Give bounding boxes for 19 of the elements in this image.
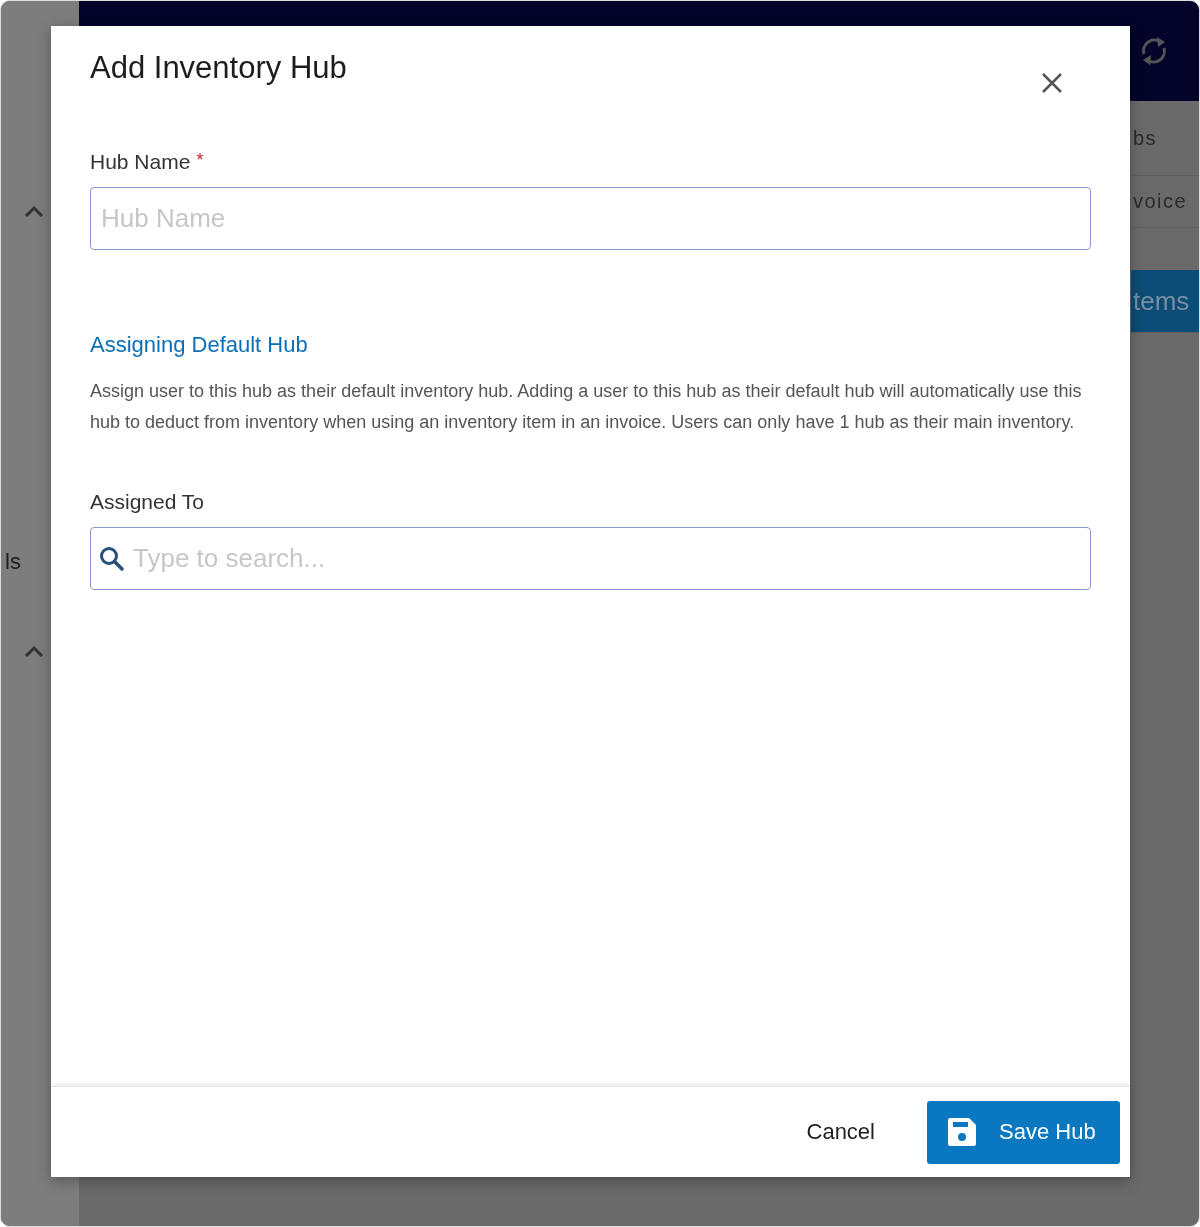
refresh-icon[interactable]	[1139, 34, 1169, 68]
active-tab[interactable]: tems	[1131, 270, 1199, 333]
search-icon	[99, 546, 125, 572]
search-field[interactable]: Type to search...	[90, 527, 1091, 590]
close-icon[interactable]	[1041, 72, 1063, 94]
field-label: Assigned To	[90, 490, 205, 514]
sidebar-label[interactable]: ls	[5, 549, 21, 575]
section-link[interactable]: Assigning Default Hub	[90, 332, 308, 358]
input-field[interactable]: Hub Name	[90, 187, 1091, 250]
field-label: Hub Name	[90, 150, 191, 174]
chevron-up-icon[interactable]	[24, 205, 44, 217]
description-text: Assign user to this hub as their default inventory hub. Adding a user to this hub as their default hub will automatically use this hub to deduct from inventory when using an inventory item in an invoice. Users can only have 1 hub as their main inventory.	[90, 380, 1083, 434]
chevron-up-icon[interactable]	[24, 645, 44, 657]
dialog-title: Add Inventory Hub	[90, 50, 347, 86]
cancel-button[interactable]: Cancel	[804, 1111, 877, 1153]
required-mark: *	[196, 150, 204, 171]
menu-item[interactable]: bs	[1131, 101, 1199, 176]
menu-item[interactable]: voice	[1131, 176, 1199, 228]
save-button[interactable]: Save Hub	[927, 1100, 1120, 1164]
